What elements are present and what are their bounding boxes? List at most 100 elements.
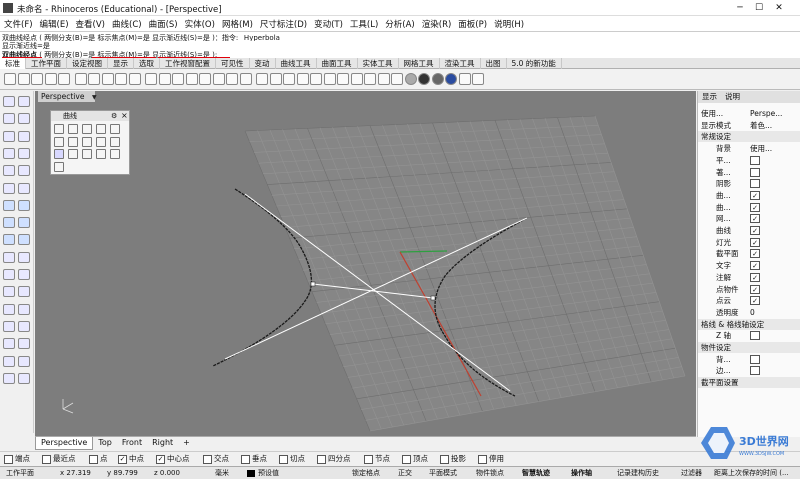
menu-analyze[interactable]: 分析(A) (381, 16, 417, 30)
curve-offset-icon[interactable] (54, 161, 64, 172)
tab-display[interactable]: 显示 (108, 58, 134, 69)
status-grid-snap[interactable]: 锁定格点 (352, 469, 380, 478)
point-icon[interactable] (18, 96, 30, 107)
dimension-icon[interactable] (3, 338, 15, 350)
redo-icon[interactable] (128, 73, 141, 85)
status-osnap[interactable]: 物件锁点 (476, 469, 504, 478)
curve-drag-icon[interactable] (68, 124, 78, 134)
import-icon[interactable] (58, 73, 70, 85)
property-value[interactable]: 使用... (750, 143, 772, 154)
status-smarttrack[interactable]: 智慧轨迹 (522, 469, 550, 478)
osnap-option[interactable]: 四分点 (317, 454, 351, 464)
move-icon[interactable] (3, 251, 15, 263)
curve-sketch-icon[interactable] (82, 149, 92, 159)
property-checkbox[interactable]: ✓ (750, 284, 760, 294)
menu-tools[interactable]: 工具(L) (346, 16, 381, 30)
menu-solid[interactable]: 实体(O) (181, 16, 218, 30)
viewport-tab-right[interactable]: Right (147, 437, 178, 449)
curve-interp-icon[interactable] (96, 124, 106, 134)
menu-mesh[interactable]: 网格(M) (218, 16, 256, 30)
curve-bend-icon[interactable] (54, 136, 64, 147)
select-arrow-icon[interactable] (3, 96, 15, 107)
save-icon[interactable] (31, 73, 43, 85)
zoom-extents-icon[interactable] (199, 73, 211, 85)
osnap-checkbox[interactable] (279, 454, 288, 464)
status-planar[interactable]: 平面模式 (429, 469, 457, 478)
osnap-option[interactable]: ✓ 中点 (118, 454, 144, 464)
property-checkbox[interactable] (750, 331, 760, 341)
ellipse-icon[interactable] (3, 147, 15, 159)
property-checkbox[interactable] (750, 366, 760, 376)
points-off-icon[interactable] (296, 73, 309, 85)
menu-edit[interactable]: 编辑(E) (36, 16, 72, 30)
osnap-checkbox[interactable] (42, 454, 51, 464)
new-file-icon[interactable] (4, 73, 16, 85)
properties-icon[interactable] (323, 73, 336, 85)
array-icon[interactable] (3, 286, 15, 298)
osnap-option[interactable]: 投影 (440, 454, 466, 464)
gear-icon[interactable]: ⚙ (111, 112, 117, 120)
fillet-icon[interactable] (3, 182, 15, 194)
osnap-option[interactable]: 停用 (478, 454, 504, 464)
sphere-render-icon[interactable] (445, 73, 457, 85)
curve-blend-icon[interactable] (110, 149, 120, 159)
open-file-icon[interactable] (17, 73, 30, 85)
box-icon[interactable] (3, 217, 15, 229)
osnap-checkbox[interactable] (317, 454, 326, 464)
zoom-window-icon[interactable] (185, 73, 198, 85)
hide-icon[interactable] (364, 73, 376, 85)
property-value[interactable]: Perspe... (750, 108, 782, 119)
cut-icon[interactable] (74, 73, 87, 85)
zoom-icon[interactable] (172, 73, 184, 85)
property-checkbox[interactable]: ✓ (750, 226, 760, 235)
osnap-option[interactable]: 顶点 (402, 454, 428, 464)
curve-catenary-icon[interactable] (68, 149, 78, 159)
curve-handle-icon[interactable] (96, 149, 106, 159)
menu-file[interactable]: 文件(F) (0, 16, 36, 30)
status-gumball[interactable]: 操作轴 (571, 469, 592, 478)
status-ortho[interactable]: 正交 (398, 469, 412, 478)
extrude-icon[interactable] (18, 199, 30, 211)
curve-spiral-icon[interactable] (68, 136, 78, 147)
osnap-checkbox[interactable] (478, 454, 487, 464)
maximize-icon[interactable]: ☐ (752, 2, 766, 14)
minimize-icon[interactable]: ─ (733, 2, 747, 14)
osnap-option[interactable]: 节点 (364, 454, 390, 464)
mirror-icon[interactable] (18, 269, 30, 280)
property-value[interactable]: 0 (750, 307, 755, 318)
tab-visibility[interactable]: 可见性 (216, 58, 250, 69)
tab-transform[interactable]: 变动 (250, 58, 276, 69)
property-checkbox[interactable]: ✓ (750, 214, 760, 224)
tab-cplanes[interactable]: 工作平面 (26, 58, 67, 69)
circle-icon[interactable] (3, 130, 15, 142)
property-checkbox[interactable]: ✓ (750, 261, 760, 271)
property-checkbox[interactable]: ✓ (750, 190, 760, 200)
curve-cv-icon[interactable] (82, 124, 92, 134)
rectangle-icon[interactable] (18, 147, 30, 159)
osnap-option[interactable]: 最近点 (42, 454, 76, 464)
points-on-icon[interactable] (283, 73, 295, 85)
material-icon[interactable] (404, 73, 417, 85)
property-value[interactable]: 着色... (750, 120, 772, 131)
render-icon[interactable] (391, 73, 403, 85)
tab-standard[interactable]: 标准 (0, 58, 26, 69)
layer-icon[interactable] (310, 73, 322, 85)
polygon-icon[interactable] (3, 165, 15, 177)
group-icon[interactable] (18, 320, 30, 332)
curve-endpoints-icon[interactable] (54, 124, 64, 134)
close-icon[interactable]: ✕ (772, 2, 786, 14)
property-checkbox[interactable]: ✓ (750, 249, 760, 259)
tab-solid-tools[interactable]: 实体工具 (358, 58, 399, 69)
chevron-down-icon[interactable]: ▼ (92, 94, 97, 101)
property-checkbox[interactable]: ✓ (750, 237, 760, 247)
osnap-option[interactable]: ✓ 中心点 (156, 454, 190, 464)
menu-transform[interactable]: 变动(T) (310, 16, 346, 30)
osnap-checkbox[interactable]: ✓ (118, 454, 127, 464)
viewport-tab-front[interactable]: Front (117, 437, 147, 449)
osnap-checkbox[interactable] (364, 454, 373, 464)
osnap-checkbox[interactable] (203, 454, 212, 464)
menu-dimension[interactable]: 尺寸标注(D) (256, 16, 310, 30)
arc-icon[interactable] (18, 130, 30, 142)
property-checkbox[interactable] (750, 354, 760, 364)
menu-panels[interactable]: 面板(P) (454, 16, 490, 30)
